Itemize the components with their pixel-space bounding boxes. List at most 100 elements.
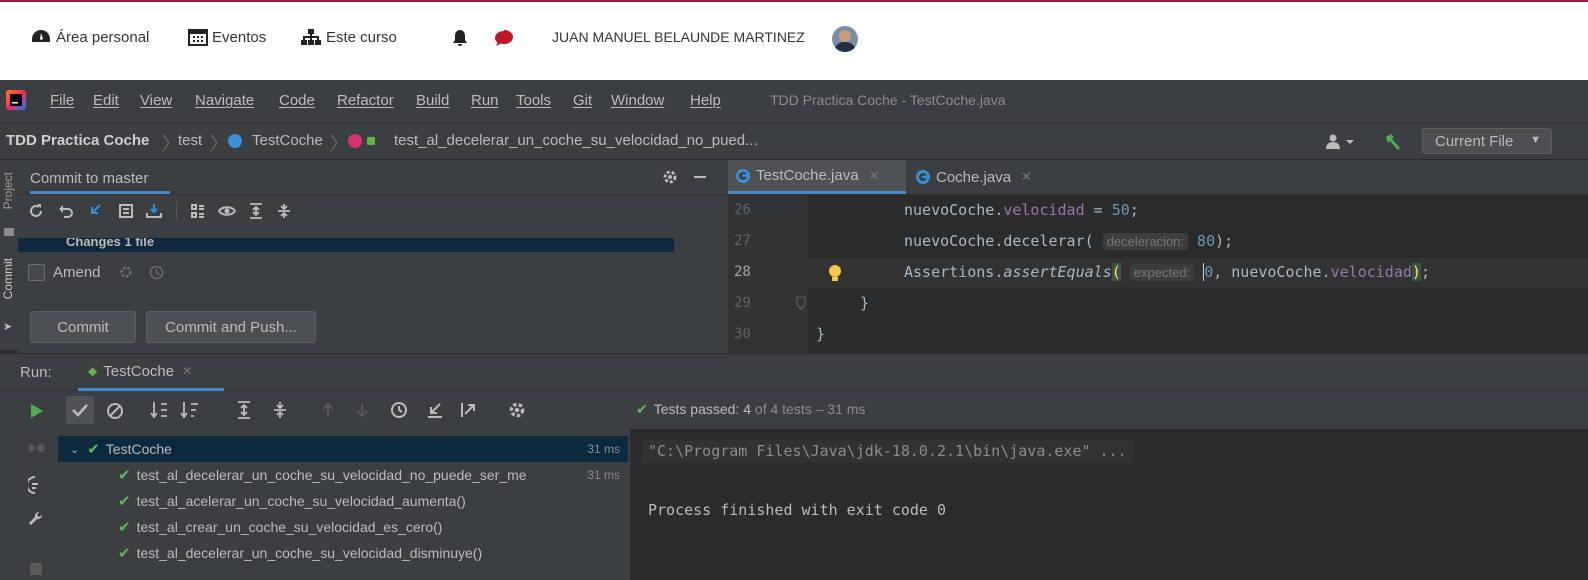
lightbulb-icon[interactable] xyxy=(828,264,842,284)
test-case-node[interactable]: ✔ test_al_decelerar_un_coche_su_velocida… xyxy=(58,462,628,488)
refresh-icon[interactable] xyxy=(28,203,44,219)
test-case-node[interactable]: ✔ test_al_decelerar_un_coche_su_velocida… xyxy=(58,540,628,566)
line-number: 29 xyxy=(734,295,751,311)
clock-icon[interactable] xyxy=(149,265,164,280)
console-exit-line: Process finished with exit code 0 xyxy=(648,501,947,519)
menu-code[interactable]: Code xyxy=(279,92,315,109)
update-icon[interactable] xyxy=(88,203,104,219)
code-line-29[interactable]: } xyxy=(860,294,869,312)
commit-toolbar xyxy=(18,194,728,228)
gear-icon[interactable] xyxy=(662,169,678,185)
show-passed-toggle[interactable] xyxy=(66,396,94,424)
breadcrumb-separator-icon: 〉 xyxy=(210,134,228,154)
gear-icon[interactable] xyxy=(508,401,526,419)
tool-tab-commit[interactable]: Commit xyxy=(1,258,15,299)
pass-check-icon: ✔ xyxy=(87,441,100,458)
tab-coche-java[interactable]: Coche.java ✕ xyxy=(908,160,1048,194)
stop-icon xyxy=(30,563,42,575)
expand-all-icon[interactable] xyxy=(248,203,264,219)
close-icon[interactable]: ✕ xyxy=(1021,169,1032,185)
nav-label: Eventos xyxy=(212,28,267,46)
run-configuration-select[interactable]: Current File ▼ xyxy=(1422,128,1552,154)
avatar[interactable] xyxy=(832,26,858,52)
menu-edit[interactable]: Edit xyxy=(93,92,119,109)
nav-label: Área personal xyxy=(56,28,150,46)
run-config-icon: ◆ xyxy=(88,364,98,378)
coverage-icon[interactable] xyxy=(28,476,42,494)
commit-and-push-button[interactable]: Commit and Push... xyxy=(146,311,316,343)
breadcrumb-project[interactable]: TDD Practica Coche xyxy=(6,132,149,149)
console-output[interactable]: "C:\Program Files\Java\jdk-18.0.2.1\bin\… xyxy=(630,429,1588,580)
user-account-icon[interactable] xyxy=(1326,134,1356,150)
tab-label: Coche.java xyxy=(936,168,1012,186)
line-number: 28 xyxy=(734,264,751,280)
diff-icon[interactable] xyxy=(118,203,134,219)
breadcrumb-folder[interactable]: test xyxy=(178,132,202,149)
export-tests-icon[interactable] xyxy=(460,401,478,419)
test-suite-node[interactable]: ⌄ ✔ TestCoche 31 ms xyxy=(58,436,628,462)
sort-duration-icon[interactable] xyxy=(180,401,200,419)
user-name[interactable]: JUAN MANUEL BELAUNDE MARTINEZ xyxy=(552,29,805,45)
check-icon: ✔ xyxy=(636,401,648,417)
group-by-icon[interactable] xyxy=(190,203,206,219)
menu-view[interactable]: View xyxy=(140,92,172,109)
test-name: test_al_decelerar_un_coche_su_velocidad_… xyxy=(136,467,527,483)
test-name: test_al_acelerar_un_coche_su_velocidad_a… xyxy=(136,493,466,509)
menu-refactor[interactable]: Refactor xyxy=(337,92,394,109)
menu-git[interactable]: Git xyxy=(573,92,592,109)
shelve-icon[interactable] xyxy=(146,203,162,219)
collapse-all-icon[interactable] xyxy=(276,203,292,219)
menu-help[interactable]: Help xyxy=(690,92,721,109)
expand-all-icon[interactable] xyxy=(236,401,252,419)
changes-node[interactable]: Changes 1 file xyxy=(18,238,674,252)
gear-icon[interactable] xyxy=(119,265,133,279)
collapse-all-icon[interactable] xyxy=(272,401,288,419)
tab-testcoche-java[interactable]: TestCoche.java ✕ xyxy=(728,160,906,194)
menu-tools[interactable]: Tools xyxy=(516,92,551,109)
test-results-tree: ⌄ ✔ TestCoche 31 ms ✔ test_al_decelerar_… xyxy=(58,429,628,580)
dashboard-icon xyxy=(32,30,50,42)
wrench-icon[interactable] xyxy=(28,511,44,527)
bell-icon[interactable] xyxy=(452,29,468,47)
chat-bubble-icon[interactable] xyxy=(494,30,514,47)
nav-eventos[interactable]: Eventos xyxy=(188,28,266,46)
breadcrumb-method[interactable]: test_al_decelerar_un_coche_su_velocidad_… xyxy=(394,132,758,149)
nav-area-personal[interactable]: Área personal xyxy=(30,28,149,46)
code-line-28[interactable]: Assertions.assertEquals( expected: 0, nu… xyxy=(904,263,1430,281)
run-toolbar: ✔ Tests passed: 4 of 4 tests – 31 ms xyxy=(0,391,1588,429)
fold-icon[interactable] xyxy=(796,296,806,310)
amend-checkbox[interactable] xyxy=(28,263,45,281)
parameter-hint: deceleracion: xyxy=(1102,233,1189,250)
code-line-27[interactable]: nuevoCoche.decelerar( deceleracion: 80); xyxy=(904,232,1233,250)
history-icon[interactable] xyxy=(390,401,408,419)
menu-run[interactable]: Run xyxy=(471,92,499,109)
menu-build[interactable]: Build xyxy=(416,92,449,109)
nav-este-curso[interactable]: Este curso xyxy=(300,28,397,46)
menu-navigate[interactable]: Navigate xyxy=(195,92,254,109)
commit-panel-title[interactable]: Commit to master xyxy=(30,160,170,194)
code-line-26[interactable]: nuevoCoche.velocidad = 50; xyxy=(904,201,1139,219)
close-icon[interactable]: ✕ xyxy=(182,364,192,378)
eye-icon[interactable] xyxy=(218,203,236,219)
close-icon[interactable]: ✕ xyxy=(869,168,880,184)
menu-file[interactable]: File xyxy=(50,92,74,109)
menu-window[interactable]: Window xyxy=(611,92,664,109)
commit-button[interactable]: Commit xyxy=(30,311,136,343)
folder-icon xyxy=(4,228,14,236)
chevron-down-icon: ▼ xyxy=(1530,134,1541,146)
minimize-icon[interactable] xyxy=(694,176,706,178)
sort-alpha-icon[interactable] xyxy=(150,401,170,419)
test-case-node[interactable]: ✔ test_al_crear_un_coche_su_velocidad_es… xyxy=(58,514,628,540)
rollback-icon[interactable] xyxy=(58,203,74,219)
nav-label: Este curso xyxy=(326,28,397,46)
import-tests-icon[interactable] xyxy=(426,401,444,419)
rerun-icon[interactable] xyxy=(30,403,44,419)
test-case-node[interactable]: ✔ test_al_acelerar_un_coche_su_velocidad… xyxy=(58,488,628,514)
show-ignored-icon[interactable] xyxy=(106,402,124,420)
run-tab-testcoche[interactable]: ◆ TestCoche ✕ xyxy=(78,354,224,391)
code-line-30[interactable]: } xyxy=(816,325,825,343)
pass-check-icon: ✔ xyxy=(118,519,131,536)
breadcrumb-class[interactable]: TestCoche xyxy=(252,132,323,149)
build-hammer-icon[interactable] xyxy=(1384,133,1402,151)
tool-tab-project[interactable]: Project xyxy=(1,172,15,209)
